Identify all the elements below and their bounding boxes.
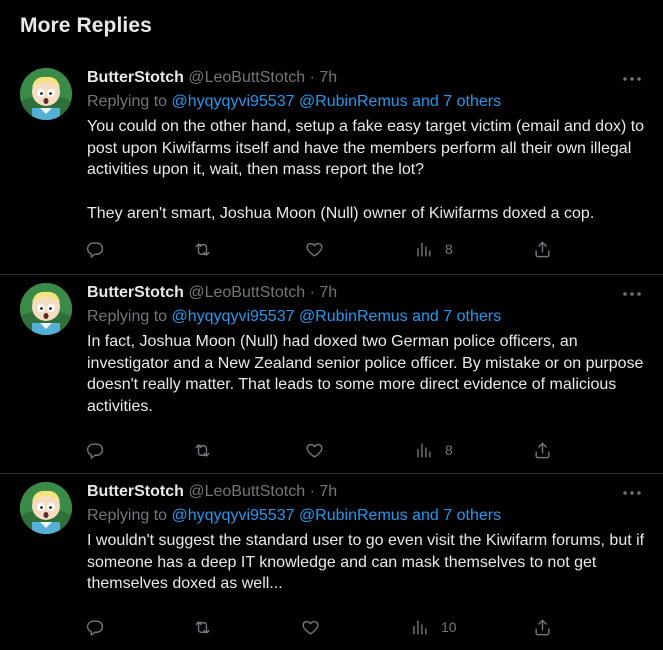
tweet-paragraph: I wouldn't suggest the standard user to … [87, 532, 645, 593]
retweet-icon [195, 242, 210, 256]
reply-button[interactable] [85, 439, 104, 461]
replying-label: Replying to [87, 507, 172, 524]
author-handle[interactable]: @LeoButtStotch [188, 483, 305, 500]
more-icon[interactable] [621, 289, 643, 299]
retweet-icon [195, 443, 210, 457]
reply-button[interactable] [85, 616, 104, 638]
views-count: 10 [441, 619, 457, 635]
separator: · [309, 483, 315, 500]
retweet-icon [195, 620, 210, 634]
views-icon [417, 241, 431, 257]
avatar[interactable] [20, 482, 72, 534]
tweet-text: In fact, Joshua Moon (Null) had doxed tw… [87, 331, 647, 418]
views-button[interactable]: 8 [414, 439, 453, 461]
reply-tweet[interactable]: ButterStotch @LeoButtStotch · 7h Replyin… [0, 60, 663, 275]
reply-icon [86, 442, 104, 459]
replying-label: Replying to [87, 93, 172, 110]
timestamp[interactable]: 7h [319, 69, 337, 86]
mention-others-link[interactable]: and 7 others [412, 507, 501, 524]
more-icon[interactable] [621, 488, 643, 498]
reply-tweet[interactable]: ButterStotch @LeoButtStotch · 7h Replyin… [0, 275, 663, 474]
mention-link[interactable]: @hyqyqyvi95537 [172, 507, 295, 524]
section-title: More Replies [20, 14, 152, 37]
heart-icon [306, 443, 323, 458]
share-button[interactable] [533, 439, 552, 461]
reply-icon [86, 619, 104, 636]
retweet-button[interactable] [193, 616, 212, 638]
replying-to: Replying to @hyqyqyvi95537 @RubinRemus a… [87, 308, 501, 326]
author-handle[interactable]: @LeoButtStotch [188, 69, 305, 86]
reply-tweet[interactable]: ButterStotch @LeoButtStotch · 7h Replyin… [0, 474, 663, 650]
views-count: 8 [445, 442, 453, 458]
like-button[interactable] [301, 616, 320, 638]
replying-to: Replying to @hyqyqyvi95537 @RubinRemus a… [87, 93, 501, 111]
timestamp[interactable]: 7h [319, 483, 337, 500]
retweet-button[interactable] [193, 439, 212, 461]
tweet-header: ButterStotch @LeoButtStotch · 7h [87, 284, 337, 302]
avatar[interactable] [20, 283, 72, 335]
tweet-header: ButterStotch @LeoButtStotch · 7h [87, 483, 337, 501]
like-button[interactable] [305, 439, 324, 461]
share-icon [535, 619, 550, 635]
action-bar: 10 [0, 616, 663, 638]
mention-others-link[interactable]: and 7 others [412, 93, 501, 110]
share-button[interactable] [533, 616, 552, 638]
heart-icon [302, 620, 319, 635]
avatar[interactable] [20, 68, 72, 120]
replying-to: Replying to @hyqyqyvi95537 @RubinRemus a… [87, 507, 501, 525]
author-name[interactable]: ButterStotch [87, 69, 184, 86]
mention-link[interactable]: @hyqyqyvi95537 [172, 93, 295, 110]
views-icon [413, 619, 427, 635]
author-name[interactable]: ButterStotch [87, 284, 184, 301]
share-icon [535, 241, 550, 257]
tweet-text: You could on the other hand, setup a fak… [87, 116, 647, 225]
more-icon[interactable] [621, 74, 643, 84]
separator: · [309, 284, 315, 301]
action-bar: 8 [0, 238, 663, 260]
retweet-button[interactable] [193, 238, 212, 260]
share-icon [535, 442, 550, 458]
heart-icon [306, 242, 323, 257]
share-button[interactable] [533, 238, 552, 260]
author-name[interactable]: ButterStotch [87, 483, 184, 500]
separator: · [309, 69, 315, 86]
mention-link[interactable]: @RubinRemus [299, 507, 408, 524]
views-icon [417, 442, 431, 458]
timestamp[interactable]: 7h [319, 284, 337, 301]
replying-label: Replying to [87, 308, 172, 325]
tweet-text: I wouldn't suggest the standard user to … [87, 530, 647, 595]
tweet-paragraph: You could on the other hand, setup a fak… [87, 118, 645, 179]
author-handle[interactable]: @LeoButtStotch [188, 284, 305, 301]
tweet-header: ButterStotch @LeoButtStotch · 7h [87, 69, 337, 87]
views-button[interactable]: 10 [410, 616, 457, 638]
views-count: 8 [445, 241, 453, 257]
views-button[interactable]: 8 [414, 238, 453, 260]
tweet-paragraph: They aren't smart, Joshua Moon (Null) ow… [87, 204, 595, 222]
mention-link[interactable]: @RubinRemus [299, 93, 408, 110]
reply-icon [86, 241, 104, 258]
mention-link[interactable]: @hyqyqyvi95537 [172, 308, 295, 325]
action-bar: 8 [0, 439, 663, 461]
tweet-paragraph: In fact, Joshua Moon (Null) had doxed tw… [87, 333, 644, 416]
reply-button[interactable] [85, 238, 104, 260]
mention-others-link[interactable]: and 7 others [412, 308, 501, 325]
like-button[interactable] [305, 238, 324, 260]
mention-link[interactable]: @RubinRemus [299, 308, 408, 325]
